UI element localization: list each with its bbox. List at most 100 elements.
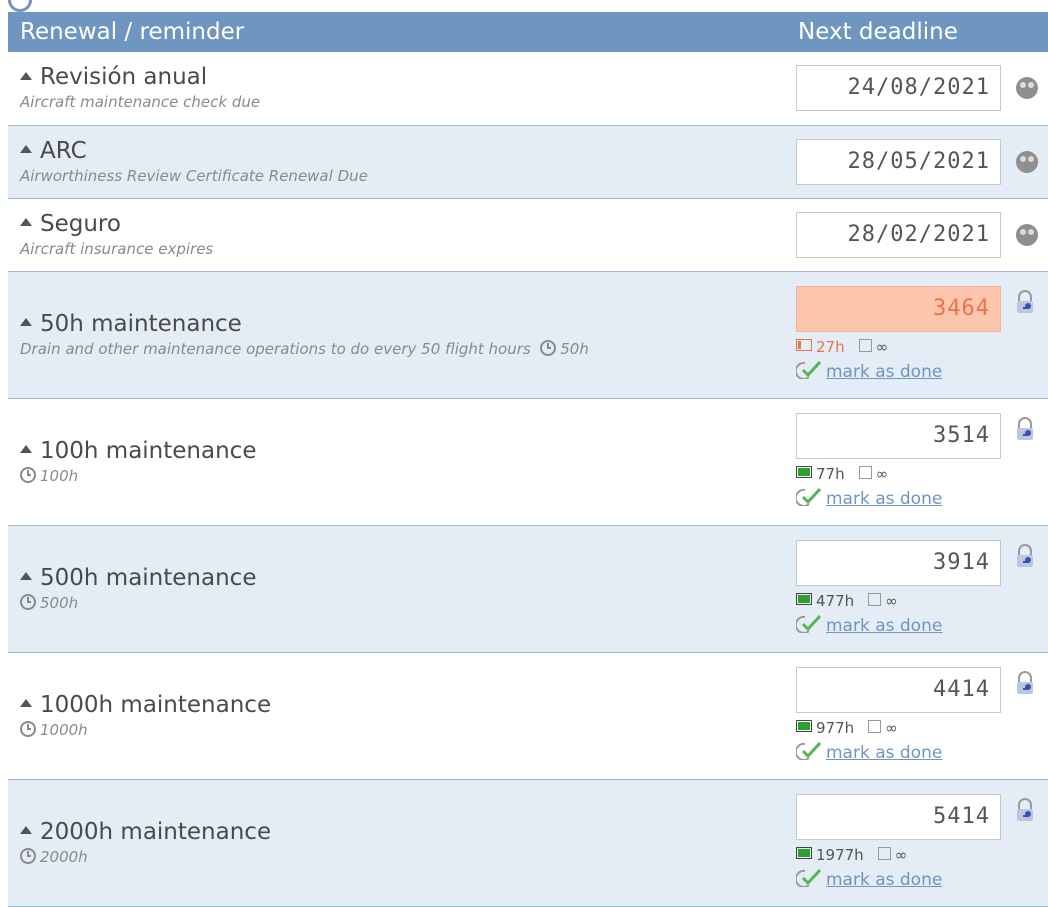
table-row: 2000h maintenance 2000h 5414 1977h ∞ mark… bbox=[8, 779, 1048, 906]
remaining-hours: 477h bbox=[816, 591, 855, 610]
reminder-name-cell: 100h maintenance 100h bbox=[8, 398, 786, 525]
reminder-name-cell: ARC Airworthiness Review Certificate Ren… bbox=[8, 125, 786, 198]
mark-as-done-link[interactable]: mark as done bbox=[826, 362, 942, 382]
reminder-title: 2000h maintenance bbox=[40, 818, 272, 845]
lock-key-icon[interactable] bbox=[1014, 670, 1036, 695]
lock-key-icon[interactable] bbox=[1014, 797, 1036, 822]
mark-done-line: mark as done bbox=[796, 741, 1048, 765]
battery-icon bbox=[796, 466, 812, 478]
mark-as-done-link[interactable]: mark as done bbox=[826, 743, 942, 763]
reminder-title-toggle[interactable]: 50h maintenance bbox=[20, 310, 786, 338]
reminder-title: Revisión anual bbox=[40, 64, 208, 91]
table-row: Revisión anual Aircraft maintenance chec… bbox=[8, 52, 1048, 125]
mark-as-done-link[interactable]: mark as done bbox=[826, 870, 942, 890]
clock-icon bbox=[20, 467, 36, 483]
interval-label: 100h bbox=[40, 466, 79, 485]
deadline-hours-input[interactable]: 3464 bbox=[796, 285, 1001, 332]
reminder-description: Aircraft maintenance check due bbox=[20, 93, 261, 112]
clock-icon bbox=[540, 340, 557, 356]
reminder-title-toggle[interactable]: 1000h maintenance bbox=[20, 691, 786, 719]
deadline-hours-input[interactable]: 3914 bbox=[796, 539, 1001, 586]
deadline-cell: 5414 1977h ∞ mark as done bbox=[786, 779, 1048, 906]
remaining-info: 977h ∞ bbox=[796, 717, 1048, 739]
deadline-cell: 3514 77h ∞ mark as done bbox=[786, 398, 1048, 525]
check-icon bbox=[796, 360, 822, 379]
header-renewal-reminder[interactable]: Renewal / reminder bbox=[8, 12, 786, 52]
reminder-title-toggle[interactable]: ARC bbox=[20, 137, 786, 165]
triangle-up-icon bbox=[20, 445, 32, 453]
people-icon[interactable] bbox=[1016, 223, 1038, 246]
calendar-icon bbox=[858, 465, 872, 479]
check-icon bbox=[796, 487, 822, 506]
interval-label: 1000h bbox=[40, 720, 88, 739]
triangle-up-icon bbox=[20, 71, 32, 80]
lock-key-icon[interactable] bbox=[1014, 543, 1036, 568]
reminder-name-cell: 50h maintenance Drain and other maintena… bbox=[8, 271, 786, 398]
remaining-info: 27h ∞ bbox=[796, 336, 1048, 358]
battery-icon bbox=[796, 593, 812, 605]
reminder-description: Airworthiness Review Certificate Renewal… bbox=[20, 166, 368, 185]
reminder-description: 500h bbox=[20, 592, 786, 614]
calendar-remaining: ∞ bbox=[875, 337, 889, 356]
reminder-description: 100h bbox=[20, 465, 786, 487]
battery-icon bbox=[796, 720, 812, 732]
table-row: Seguro Aircraft insurance expires 28/02/… bbox=[8, 198, 1048, 271]
reminder-description: 2000h bbox=[20, 846, 786, 868]
reminder-description: Aircraft insurance expires bbox=[20, 239, 214, 258]
deadline-cell: 3464 27h ∞ mark as done bbox=[786, 271, 1048, 398]
lock-key-icon[interactable] bbox=[1014, 289, 1036, 314]
people-icon[interactable] bbox=[1016, 150, 1038, 173]
check-icon bbox=[796, 614, 822, 633]
reminder-title: 100h maintenance bbox=[40, 437, 257, 464]
remaining-info: 1977h ∞ bbox=[796, 844, 1048, 866]
reminder-title-toggle[interactable]: 100h maintenance bbox=[20, 437, 786, 465]
interval-label: 2000h bbox=[40, 847, 88, 866]
mark-as-done-link[interactable]: mark as done bbox=[826, 489, 942, 509]
reminder-title-toggle[interactable]: 2000h maintenance bbox=[20, 818, 786, 846]
deadline-cell: 24/08/2021 bbox=[786, 52, 1048, 125]
reminder-title: ARC bbox=[40, 137, 87, 164]
deadline-hours-input[interactable]: 5414 bbox=[796, 793, 1001, 840]
triangle-up-icon bbox=[20, 318, 32, 326]
reminder-title: 500h maintenance bbox=[40, 564, 257, 591]
calendar-remaining: ∞ bbox=[885, 591, 898, 610]
section-icon bbox=[8, 0, 32, 12]
deadline-date-input[interactable]: 24/08/2021 bbox=[796, 65, 1001, 112]
header-next-deadline[interactable]: Next deadline bbox=[786, 12, 1048, 52]
reminder-title-toggle[interactable]: Seguro bbox=[20, 210, 786, 238]
triangle-up-icon bbox=[20, 699, 32, 707]
interval-label: 50h bbox=[560, 339, 589, 358]
clock-icon bbox=[20, 721, 36, 737]
reminder-title: 50h maintenance bbox=[40, 310, 242, 337]
calendar-icon bbox=[858, 338, 872, 352]
reminder-title-toggle[interactable]: 500h maintenance bbox=[20, 564, 786, 592]
deadline-hours-input[interactable]: 4414 bbox=[796, 666, 1001, 713]
remaining-hours: 977h bbox=[816, 718, 855, 737]
reminder-title-toggle[interactable]: Revisión anual bbox=[20, 63, 786, 91]
deadline-cell: 4414 977h ∞ mark as done bbox=[786, 652, 1048, 779]
mark-done-line: mark as done bbox=[796, 614, 1048, 638]
lock-key-icon[interactable] bbox=[1014, 416, 1036, 441]
table-row: 50h maintenance Drain and other maintena… bbox=[8, 271, 1048, 398]
deadline-cell: 3914 477h ∞ mark as done bbox=[786, 525, 1048, 652]
deadline-date-input[interactable]: 28/02/2021 bbox=[796, 211, 1001, 258]
table-row: ARC Airworthiness Review Certificate Ren… bbox=[8, 125, 1048, 198]
check-icon bbox=[796, 868, 822, 887]
reminder-name-cell: 1000h maintenance 1000h bbox=[8, 652, 786, 779]
clock-icon bbox=[20, 594, 36, 610]
reminder-name-cell: Revisión anual Aircraft maintenance chec… bbox=[8, 52, 786, 125]
clock-icon bbox=[20, 848, 36, 864]
battery-icon bbox=[796, 339, 812, 351]
table-row: 500h maintenance 500h 3914 477h ∞ mark as… bbox=[8, 525, 1048, 652]
remaining-hours: 1977h bbox=[816, 845, 864, 864]
people-icon[interactable] bbox=[1016, 77, 1038, 100]
triangle-up-icon bbox=[20, 572, 32, 580]
mark-as-done-link[interactable]: mark as done bbox=[826, 616, 942, 636]
check-icon bbox=[796, 741, 822, 760]
reminder-name-cell: 500h maintenance 500h bbox=[8, 525, 786, 652]
reminder-description: Drain and other maintenance operations t… bbox=[20, 338, 786, 360]
deadline-hours-input[interactable]: 3514 bbox=[796, 412, 1001, 459]
calendar-remaining: ∞ bbox=[885, 718, 898, 737]
deadline-date-input[interactable]: 28/05/2021 bbox=[796, 138, 1001, 185]
triangle-up-icon bbox=[20, 145, 32, 153]
